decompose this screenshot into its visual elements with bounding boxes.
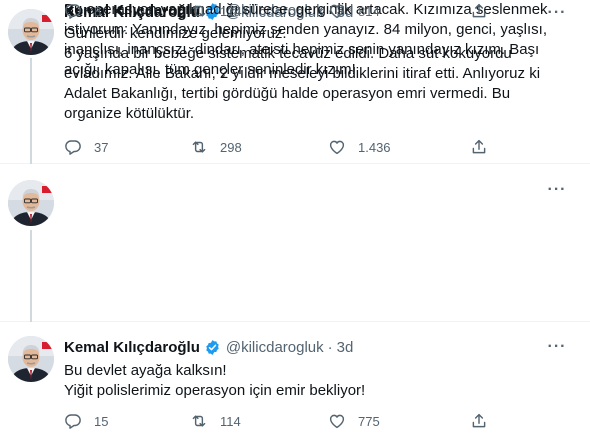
retweet-button[interactable]: 124 — [190, 0, 242, 22]
heart-icon — [328, 138, 346, 156]
avatar[interactable] — [8, 9, 54, 55]
like-count: 1.436 — [358, 139, 391, 155]
author-handle[interactable]: @kilicdarogluk — [226, 339, 324, 356]
share-button[interactable] — [470, 136, 488, 158]
action-bar: 37 298 1.436 — [64, 136, 504, 158]
verified-badge-icon — [204, 339, 221, 356]
thread-line — [30, 58, 32, 164]
more-options-icon[interactable]: ··· — [546, 338, 568, 356]
action-bar: 15 114 775 — [64, 410, 504, 432]
like-button[interactable]: 775 — [328, 410, 380, 432]
separator-dot: · — [327, 338, 333, 356]
heart-icon — [328, 2, 346, 20]
share-button[interactable] — [470, 410, 488, 432]
reply-count: 8 — [94, 3, 102, 19]
like-count: 814 — [358, 3, 380, 19]
share-icon — [470, 2, 488, 20]
retweet-button[interactable]: 298 — [190, 136, 242, 158]
reply-button[interactable]: 37 — [64, 136, 108, 158]
avatar[interactable] — [8, 336, 54, 382]
reply-button[interactable]: 15 — [64, 410, 108, 432]
retweet-button[interactable]: 114 — [190, 410, 241, 432]
reply-icon — [64, 138, 82, 156]
share-button[interactable] — [470, 0, 488, 22]
reply-icon — [64, 2, 82, 20]
tweet-text-line: Bu devlet ayağa kalksın! — [64, 362, 227, 379]
retweet-count: 298 — [220, 139, 242, 155]
thread-line — [30, 230, 32, 322]
tweet[interactable] — [0, 164, 590, 322]
retweet-icon — [190, 2, 208, 20]
like-count: 775 — [358, 413, 380, 429]
reply-count: 37 — [94, 139, 109, 155]
action-bar: 8 124 814 — [64, 0, 504, 22]
like-button[interactable]: 1.436 — [328, 136, 391, 158]
more-options-icon[interactable]: ··· — [546, 181, 568, 199]
retweet-icon — [190, 138, 208, 156]
author-name[interactable]: Kemal Kılıçdaroğlu — [64, 339, 200, 356]
reply-count: 15 — [94, 413, 109, 429]
retweet-count: 124 — [220, 3, 242, 19]
avatar[interactable] — [8, 180, 54, 226]
share-icon — [470, 412, 488, 430]
tweet-header: Kemal Kılıçdaroğlu @kilicdarogluk · 3d — [64, 337, 560, 357]
timestamp[interactable]: 3d — [337, 339, 354, 356]
reply-icon — [64, 412, 82, 430]
like-button[interactable]: 814 — [328, 0, 380, 22]
tweet-text-line: Yiğit polislerimiz operasyon için emir b… — [64, 382, 366, 399]
retweet-icon — [190, 412, 208, 430]
reply-button[interactable]: 8 — [64, 0, 101, 22]
heart-icon — [328, 412, 346, 430]
share-icon — [470, 138, 488, 156]
tweet-text: Bu devlet ayağa kalksın! Yiğit polisleri… — [64, 361, 564, 401]
retweet-count: 114 — [220, 413, 241, 429]
